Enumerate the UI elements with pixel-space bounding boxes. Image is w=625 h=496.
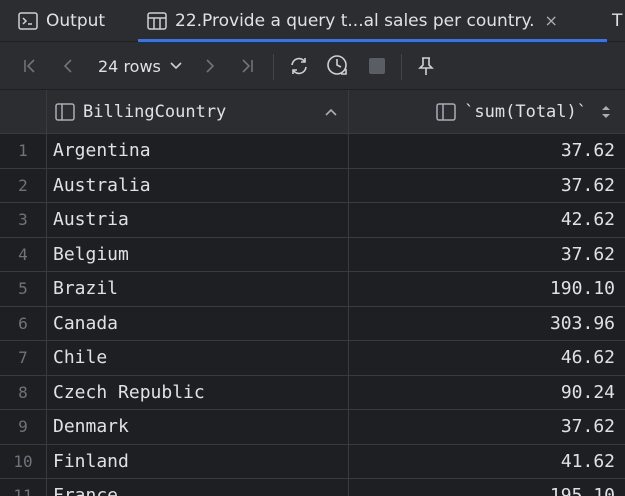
table-row[interactable]: 1 Argentina 37.62 xyxy=(0,134,625,169)
tab-output-label: Output xyxy=(46,10,106,31)
cell-sum-total[interactable]: 37.62 xyxy=(349,238,625,272)
tab-query-result[interactable]: 22.Provide a query t...al sales per coun… xyxy=(147,0,558,41)
toolbar-divider xyxy=(401,54,402,80)
table-row[interactable]: 6 Canada 303.96 xyxy=(0,306,625,341)
row-number: 10 xyxy=(0,444,47,478)
table-row[interactable]: 4 Belgium 37.62 xyxy=(0,237,625,272)
cell-billingcountry[interactable]: France xyxy=(47,479,349,496)
tab-next-label: T xyxy=(612,10,623,31)
row-number: 3 xyxy=(0,203,47,237)
refresh-icon[interactable] xyxy=(285,42,313,90)
cell-billingcountry[interactable]: Australia xyxy=(47,168,349,202)
tab-query-label: 22.Provide a query t...al sales per coun… xyxy=(175,10,535,31)
toolbar-divider xyxy=(273,54,274,80)
rows-count-label: 24 rows xyxy=(98,56,161,76)
sort-ascending-icon[interactable] xyxy=(324,90,338,134)
table-row[interactable]: 3 Austria 42.62 xyxy=(0,203,625,238)
cell-billingcountry[interactable]: Canada xyxy=(47,306,349,340)
cell-sum-total[interactable]: 90.24 xyxy=(349,376,625,410)
previous-page-icon[interactable] xyxy=(56,42,80,90)
stop-icon[interactable] xyxy=(364,42,390,90)
table-row[interactable]: 5 Brazil 190.10 xyxy=(0,272,625,307)
column-header-label: `sum(Total)` xyxy=(464,102,587,122)
row-number-gutter-header xyxy=(0,90,47,134)
cell-billingcountry[interactable]: Argentina xyxy=(47,134,349,168)
cell-sum-total[interactable]: 190.10 xyxy=(349,272,625,306)
result-toolbar: 24 rows xyxy=(0,42,625,90)
result-grid: BillingCountry `sum(Total)` 1 Argentina 37… xyxy=(0,90,625,496)
cell-sum-total[interactable]: 195.10 xyxy=(349,479,625,496)
row-number: 5 xyxy=(0,272,47,306)
row-number: 2 xyxy=(0,168,47,202)
row-number: 8 xyxy=(0,375,47,409)
table-row[interactable]: 10 Finland 41.62 xyxy=(0,444,625,479)
console-icon xyxy=(18,11,38,30)
column-header-billingcountry[interactable]: BillingCountry xyxy=(47,90,349,134)
table-row[interactable]: 8 Czech Republic 90.24 xyxy=(0,375,625,410)
column-header-label: BillingCountry xyxy=(83,102,227,122)
editor-tab-bar: Output 22.Provide a query t...al sales p… xyxy=(0,0,625,42)
cell-billingcountry[interactable]: Denmark xyxy=(47,410,349,444)
cell-billingcountry[interactable]: Belgium xyxy=(47,237,349,271)
row-number: 1 xyxy=(0,134,47,168)
column-icon xyxy=(436,103,456,121)
tab-next[interactable]: T xyxy=(612,0,622,41)
first-page-icon[interactable] xyxy=(18,42,42,90)
pin-icon[interactable] xyxy=(413,42,439,90)
table-icon xyxy=(147,11,167,30)
cell-sum-total[interactable]: 42.62 xyxy=(349,203,625,237)
cell-billingcountry[interactable]: Czech Republic xyxy=(47,375,349,409)
sort-toggle-icon[interactable] xyxy=(601,104,611,120)
tab-output[interactable]: Output xyxy=(18,0,105,41)
history-clock-icon[interactable] xyxy=(324,42,352,90)
close-icon[interactable]: × xyxy=(545,11,558,30)
cell-sum-total[interactable]: 37.62 xyxy=(349,169,625,203)
table-row[interactable]: 2 Australia 37.62 xyxy=(0,168,625,203)
table-row[interactable]: 11 France 195.10 xyxy=(0,479,625,496)
next-page-icon[interactable] xyxy=(198,42,222,90)
table-row[interactable]: 9 Denmark 37.62 xyxy=(0,410,625,445)
last-page-icon[interactable] xyxy=(235,42,259,90)
cell-sum-total[interactable]: 37.62 xyxy=(349,134,625,168)
column-icon xyxy=(55,103,75,121)
grid-header: BillingCountry `sum(Total)` xyxy=(0,90,625,134)
chevron-down-icon xyxy=(169,61,183,71)
cell-billingcountry[interactable]: Finland xyxy=(47,444,349,478)
cell-sum-total[interactable]: 37.62 xyxy=(349,410,625,444)
row-number: 7 xyxy=(0,341,47,375)
column-header-sum-total[interactable]: `sum(Total)` xyxy=(349,90,625,134)
cell-billingcountry[interactable]: Brazil xyxy=(47,272,349,306)
cell-billingcountry[interactable]: Chile xyxy=(47,341,349,375)
cell-billingcountry[interactable]: Austria xyxy=(47,203,349,237)
rows-count-dropdown[interactable]: 24 rows xyxy=(98,42,183,90)
row-number: 4 xyxy=(0,237,47,271)
cell-sum-total[interactable]: 303.96 xyxy=(349,307,625,341)
cell-sum-total[interactable]: 46.62 xyxy=(349,341,625,375)
row-number: 6 xyxy=(0,306,47,340)
row-number: 11 xyxy=(0,479,47,496)
cell-sum-total[interactable]: 41.62 xyxy=(349,445,625,479)
table-row[interactable]: 7 Chile 46.62 xyxy=(0,341,625,376)
row-number: 9 xyxy=(0,410,47,444)
